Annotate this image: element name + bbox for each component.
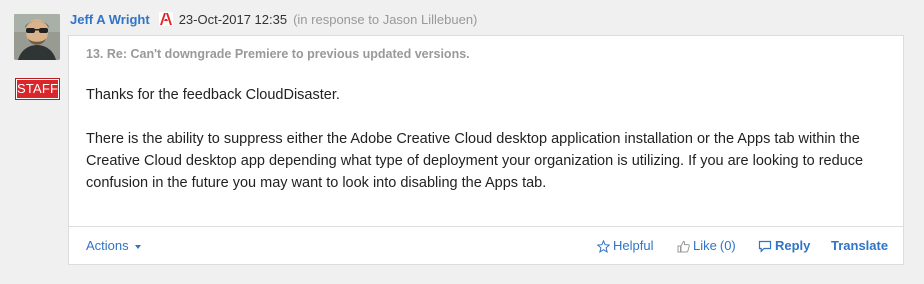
helpful-label: Helpful xyxy=(613,238,654,253)
thumbs-up-icon xyxy=(677,240,690,253)
reply-button[interactable]: Reply xyxy=(758,236,810,256)
speech-bubble-icon xyxy=(758,240,772,253)
author-avatar[interactable] xyxy=(14,14,60,60)
message-paragraph-2: There is the ability to suppress either … xyxy=(86,131,864,191)
staff-badge: STAFF xyxy=(16,79,59,99)
translate-label: Translate xyxy=(831,238,889,253)
message-body: Thanks for the feedback CloudDisaster. T… xyxy=(86,84,886,194)
post-timestamp: 23-Oct-2017 12:35 xyxy=(178,11,288,27)
adobe-logo-icon xyxy=(158,12,173,26)
message-card: 13. Re: Can't downgrade Premiere to prev… xyxy=(68,35,904,265)
chevron-down-icon xyxy=(134,245,141,249)
reply-label: Reply xyxy=(775,238,811,253)
actions-divider xyxy=(69,226,903,227)
message-paragraph-1: Thanks for the feedback CloudDisaster. xyxy=(86,87,340,103)
helpful-button[interactable]: Helpful xyxy=(597,236,653,256)
actions-bar: Actions Helpful Like (0) Reply Translate xyxy=(69,236,903,256)
author-name[interactable]: Jeff A Wright xyxy=(70,12,150,27)
like-count: (0) xyxy=(719,238,736,253)
in-response-to-link[interactable]: (in response to Jason Lillebuen) xyxy=(293,12,477,27)
actions-menu-button[interactable]: Actions xyxy=(86,236,141,256)
like-label: Like xyxy=(693,238,717,253)
like-button[interactable]: Like (0) xyxy=(677,236,736,256)
message-subject[interactable]: 13. Re: Can't downgrade Premiere to prev… xyxy=(86,47,470,61)
translate-button[interactable]: Translate xyxy=(831,236,888,256)
star-icon xyxy=(597,239,610,253)
actions-menu-label: Actions xyxy=(86,238,129,253)
post-meta: Jeff A Wright 23-Oct-2017 12:35 (in resp… xyxy=(70,10,477,28)
